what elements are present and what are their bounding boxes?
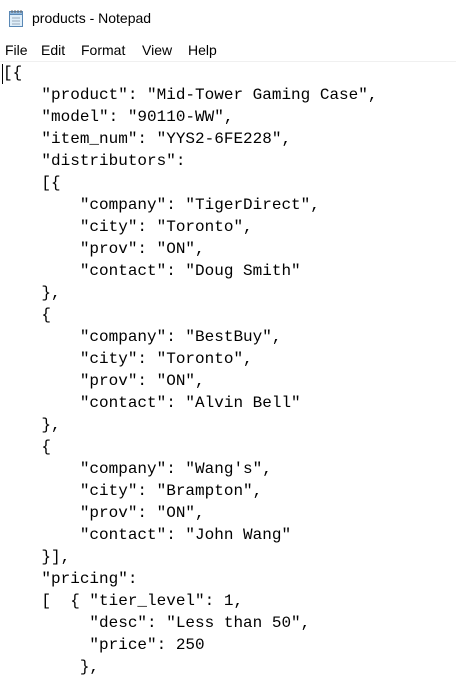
text-editor[interactable]: [{ "product": "Mid-Tower Gaming Case", "… [0, 62, 456, 676]
editor-line: "price": 250 [3, 636, 205, 654]
editor-line: }], [3, 548, 71, 566]
editor-line: "company": "TigerDirect", [3, 196, 320, 214]
editor-line: }, [3, 284, 61, 302]
menu-bar: File Edit Format View Help [0, 38, 456, 60]
editor-line: "desc": "Less than 50", [3, 614, 311, 632]
menu-edit[interactable]: Edit [41, 41, 65, 59]
editor-line: [{ [3, 174, 61, 192]
editor-line: { [3, 306, 52, 324]
title-bar[interactable]: products - Notepad [0, 0, 456, 36]
editor-line: "product": "Mid-Tower Gaming Case", [3, 86, 378, 104]
editor-line: }, [3, 658, 100, 676]
editor-line: "contact": "Doug Smith" [3, 262, 301, 280]
menu-view[interactable]: View [142, 41, 172, 59]
editor-line: "company": "BestBuy", [3, 328, 282, 346]
notepad-window: products - Notepad File Edit Format View… [0, 0, 456, 676]
editor-line: "contact": "Alvin Bell" [3, 394, 301, 412]
editor-line: [ { "tier_level": 1, [3, 592, 244, 610]
editor-line: "model": "90110-WW", [3, 108, 234, 126]
editor-line: "prov": "ON", [3, 504, 205, 522]
editor-line: "city": "Toronto", [3, 350, 253, 368]
editor-line: "distributors": [3, 152, 186, 170]
editor-line: "prov": "ON", [3, 372, 205, 390]
menu-file[interactable]: File [5, 41, 28, 59]
editor-line: "prov": "ON", [3, 240, 205, 258]
notepad-icon [8, 9, 24, 27]
editor-line: { [3, 438, 52, 456]
editor-line: "city": "Brampton", [3, 482, 263, 500]
editor-line: "contact": "John Wang" [3, 526, 292, 544]
window-title: products - Notepad [32, 10, 152, 26]
editor-line: "item_num": "YYS2-6FE228", [3, 130, 292, 148]
editor-line: [{ [3, 64, 23, 82]
editor-line: "company": "Wang's", [3, 460, 272, 478]
editor-line: }, [3, 416, 61, 434]
editor-line: "pricing": [3, 570, 138, 588]
menu-help[interactable]: Help [188, 41, 217, 59]
editor-line: "city": "Toronto", [3, 218, 253, 236]
menu-format[interactable]: Format [81, 41, 125, 59]
